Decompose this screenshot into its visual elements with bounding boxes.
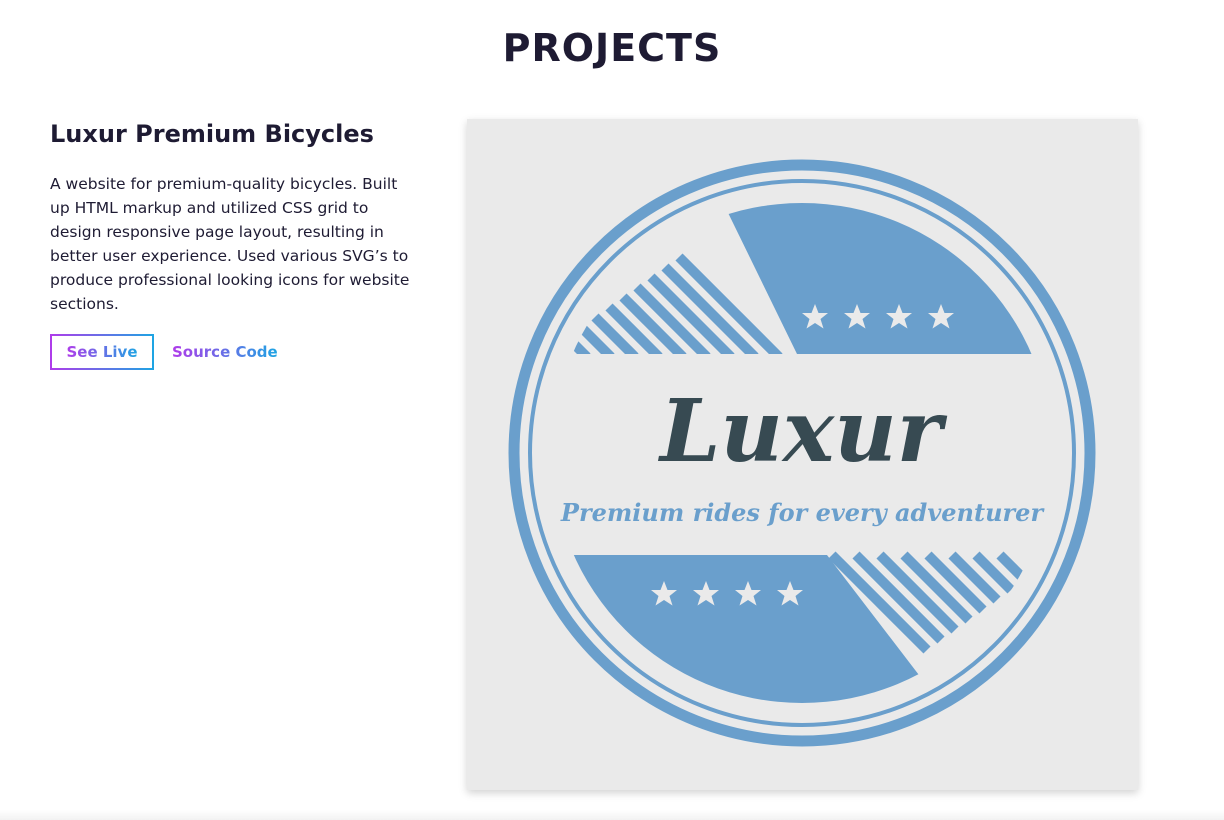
see-live-label: See Live	[66, 343, 138, 361]
logo-brand-text: Luxur	[657, 381, 948, 482]
project-links: See Live Source Code	[50, 334, 420, 370]
logo-tagline-text: Premium rides for every adventurer	[560, 498, 1046, 527]
page-bottom-edge	[0, 810, 1224, 820]
source-code-label: Source Code	[172, 343, 278, 361]
project-description: A website for premium-quality bicycles. …	[50, 175, 410, 313]
see-live-button[interactable]: See Live	[50, 334, 154, 370]
section-title: PROJECTS	[502, 26, 722, 70]
project-title: Luxur Premium Bicycles	[50, 120, 374, 148]
luxur-logo-badge: Luxur Premium rides for every adventurer	[508, 159, 1096, 747]
badge-top-band	[552, 203, 1052, 554]
project-image[interactable]: Luxur Premium rides for every adventurer	[467, 119, 1138, 790]
project-info: Luxur Premium Bicycles A website for pre…	[50, 116, 420, 370]
source-code-link[interactable]: Source Code	[172, 343, 278, 361]
